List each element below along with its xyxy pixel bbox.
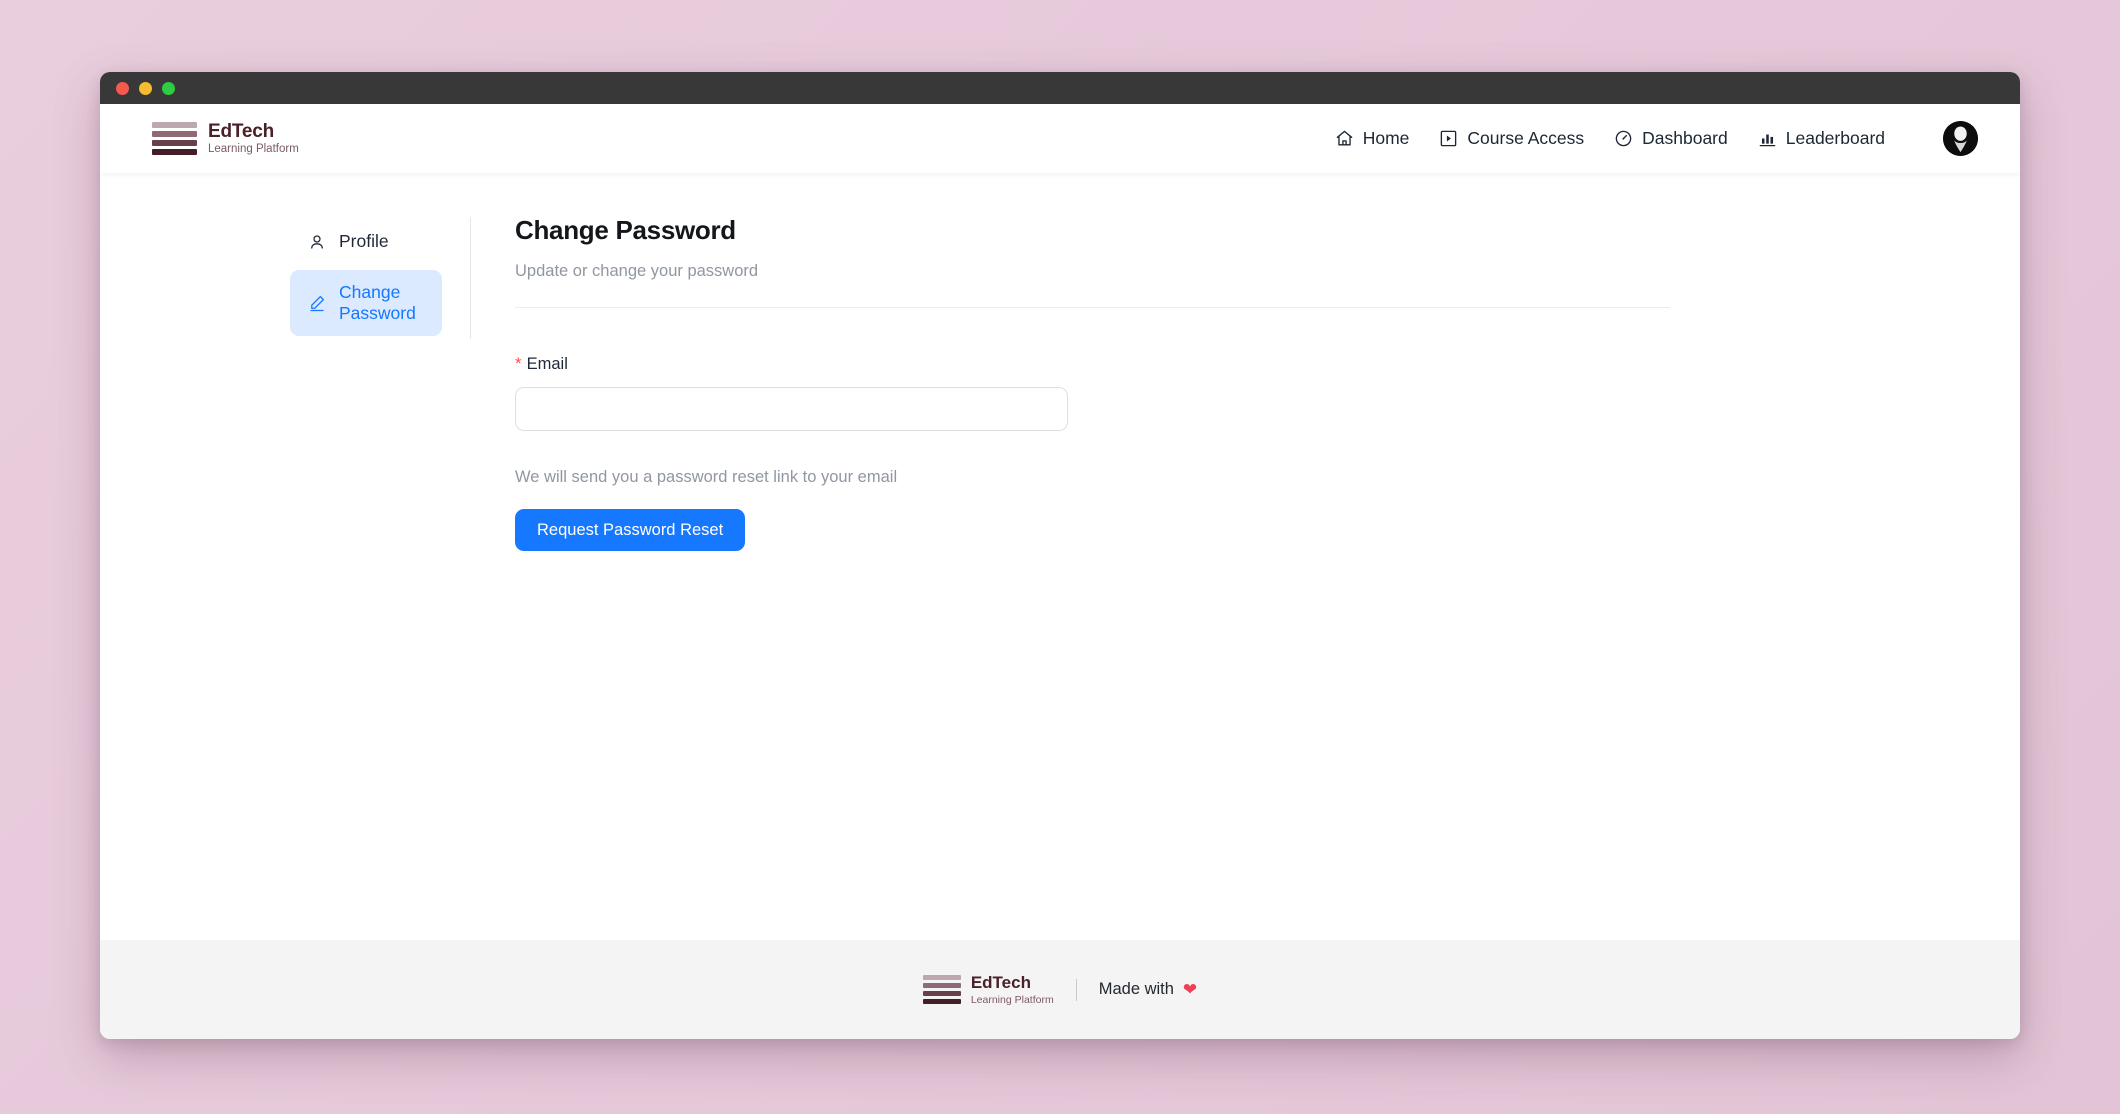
window-titlebar bbox=[100, 72, 2020, 104]
email-helper-text: We will send you a password reset link t… bbox=[515, 468, 898, 486]
page-title: Change Password bbox=[515, 215, 736, 245]
main-navigation: Home Course Access Dashboard Leaderboard bbox=[1335, 121, 1978, 156]
nav-label-course-access: Course Access bbox=[1467, 128, 1585, 148]
minimize-window-button[interactable] bbox=[139, 81, 152, 95]
nav-item-course-access[interactable]: Course Access bbox=[1439, 128, 1584, 149]
page-subtitle: Update or change your password bbox=[515, 262, 759, 280]
site-footer: EdTech Learning Platform Made with ❤ bbox=[100, 940, 2020, 1039]
sidebar-item-change-password[interactable]: Change Password bbox=[290, 270, 442, 336]
footer-logo-subtitle: Learning Platform bbox=[970, 994, 1054, 1006]
browser-window: EdTech Learning Platform Home Course Acc… bbox=[100, 72, 2020, 1039]
header-logo[interactable]: EdTech Learning Platform bbox=[152, 120, 299, 156]
main-panel: Change Password Update or change your pa… bbox=[471, 215, 2020, 940]
nav-label-home: Home bbox=[1362, 128, 1410, 148]
user-avatar[interactable] bbox=[1943, 121, 1978, 156]
nav-item-home[interactable]: Home bbox=[1335, 128, 1410, 149]
nav-label-dashboard: Dashboard bbox=[1642, 128, 1728, 148]
page-content: Profile Change Password Change Password … bbox=[100, 173, 2020, 940]
footer-divider bbox=[1075, 978, 1077, 1001]
email-label-text: Email bbox=[526, 355, 568, 373]
close-window-button[interactable] bbox=[116, 81, 129, 95]
user-icon bbox=[308, 233, 326, 251]
logo-subtitle: Learning Platform bbox=[208, 143, 299, 156]
logo-bars-icon bbox=[152, 122, 197, 155]
required-asterisk: * bbox=[515, 354, 522, 373]
sidebar-label-change-password: Change Password bbox=[339, 282, 416, 323]
footer-logo: EdTech Learning Platform bbox=[922, 973, 1054, 1006]
pencil-edit-icon bbox=[308, 294, 326, 312]
bar-chart-icon bbox=[1758, 129, 1777, 148]
footer-logo-title: EdTech bbox=[970, 973, 1031, 992]
gauge-icon bbox=[1614, 129, 1633, 148]
nav-item-dashboard[interactable]: Dashboard bbox=[1614, 128, 1728, 149]
sidebar-item-profile[interactable]: Profile bbox=[290, 219, 442, 264]
settings-sidebar: Profile Change Password bbox=[100, 215, 470, 940]
logo-title: EdTech bbox=[208, 120, 275, 142]
nav-label-leaderboard: Leaderboard bbox=[1785, 128, 1885, 148]
sidebar-label-profile: Profile bbox=[339, 231, 389, 251]
email-field-label: * Email bbox=[515, 355, 2020, 374]
email-input[interactable] bbox=[515, 387, 1068, 431]
site-header: EdTech Learning Platform Home Course Acc… bbox=[100, 104, 2020, 173]
maximize-window-button[interactable] bbox=[162, 81, 175, 95]
section-divider bbox=[515, 307, 1670, 308]
made-with-label: Made with ❤ bbox=[1099, 980, 1197, 1000]
made-with-text: Made with bbox=[1098, 980, 1174, 998]
avatar-figure-icon bbox=[1943, 121, 1978, 156]
heart-icon: ❤ bbox=[1182, 979, 1198, 999]
home-icon bbox=[1335, 129, 1354, 148]
nav-item-leaderboard[interactable]: Leaderboard bbox=[1758, 128, 1885, 149]
play-square-icon bbox=[1439, 129, 1458, 148]
footer-logo-bars-icon bbox=[922, 975, 961, 1004]
request-password-reset-button[interactable]: Request Password Reset bbox=[515, 509, 746, 551]
